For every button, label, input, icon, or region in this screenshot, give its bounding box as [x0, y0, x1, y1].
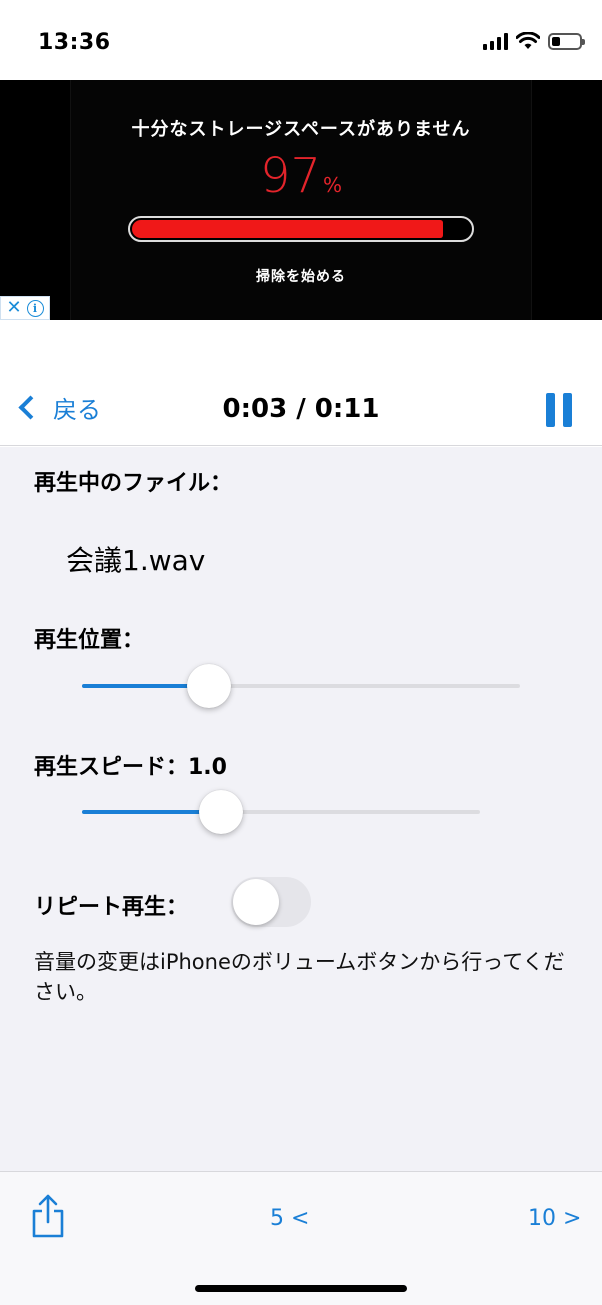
ad-title: 十分なストレージスペースがありません [131, 119, 471, 140]
status-icons [483, 32, 585, 50]
speed-label: 再生スピード：1.0 [34, 755, 227, 780]
forward-10-button[interactable]: 10 > [528, 1206, 581, 1231]
status-time: 13:36 [38, 30, 111, 55]
repeat-label: リピート再生： [34, 895, 189, 920]
volume-note: 音量の変更はiPhoneのボリュームボタンから行ってください。 [34, 950, 565, 1004]
wifi-icon [516, 32, 540, 49]
cellular-signal-icon [483, 32, 508, 50]
position-label: 再生位置： [34, 628, 145, 653]
bottom-toolbar: 5 < 10 > [0, 1171, 602, 1305]
speed-slider-thumb[interactable] [199, 790, 244, 834]
status-bar: 13:36 [0, 0, 602, 80]
position-slider[interactable] [82, 664, 520, 708]
file-name: 会議1.wav [66, 544, 206, 577]
file-label: 再生中のファイル： [34, 471, 233, 496]
navigation-bar: 戻る 0:03 / 0:11 [0, 320, 602, 446]
player-content: 再生中のファイル： 会議1.wav 再生位置： 再生スピード：1.0 リピート再… [0, 447, 602, 1171]
speed-slider[interactable] [82, 790, 480, 834]
ad-cta-button[interactable]: 掃除を始める [0, 266, 602, 286]
share-icon[interactable] [30, 1192, 66, 1240]
home-indicator [195, 1285, 407, 1292]
ad-percent-value: 97 [259, 148, 322, 204]
ad-choices-badge[interactable]: ✕ i [0, 296, 50, 320]
playback-time: 0:03 / 0:11 [222, 394, 380, 424]
ad-banner[interactable]: 十分なストレージスペースがありません 97% 掃除を始める [0, 80, 602, 320]
pause-button[interactable] [546, 393, 572, 427]
position-slider-thumb[interactable] [187, 664, 232, 708]
repeat-toggle-knob [233, 879, 279, 925]
ad-percent: 97% [0, 148, 602, 204]
rewind-5-button[interactable]: 5 < [270, 1206, 309, 1231]
info-icon[interactable]: i [26, 299, 44, 317]
ad-percent-sign: % [323, 173, 343, 197]
close-icon[interactable]: ✕ [6, 299, 21, 317]
battery-icon [548, 32, 585, 50]
pause-icon-bar [563, 393, 572, 427]
ad-storage-bar-fill [132, 220, 443, 238]
pause-icon-bar [546, 393, 555, 427]
repeat-toggle[interactable] [231, 877, 311, 927]
ad-storage-bar [128, 216, 474, 242]
